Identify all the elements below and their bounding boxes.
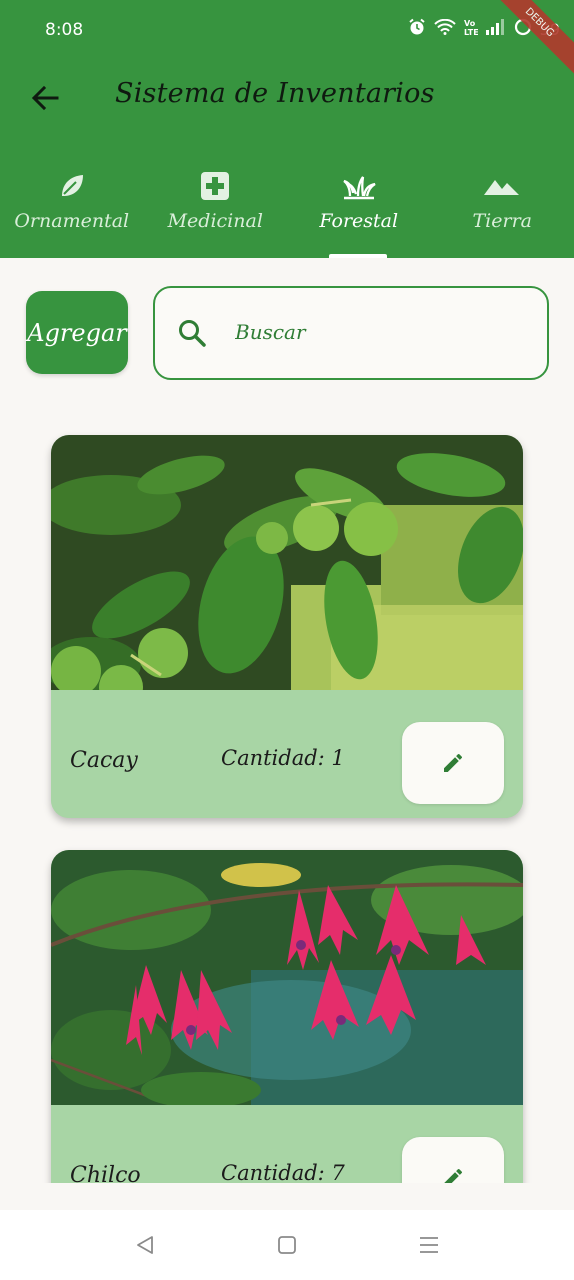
top-bar: Sistema de Inventarios (0, 64, 574, 134)
plant-photo (51, 850, 523, 1108)
add-button[interactable]: Agregar (26, 291, 128, 374)
medical-cross-icon (200, 168, 230, 204)
svg-text:Vo: Vo (464, 19, 476, 28)
system-menu-button[interactable] (414, 1230, 444, 1260)
tab-forestal[interactable]: Forestal (287, 160, 431, 258)
mountain-icon (484, 168, 520, 204)
search-input[interactable] (235, 312, 525, 352)
wifi-icon (433, 18, 456, 39)
edit-button[interactable] (402, 1137, 504, 1183)
tab-label: Forestal (319, 210, 399, 232)
system-back-button[interactable] (130, 1230, 160, 1260)
tab-medicinal[interactable]: Medicinal (144, 160, 288, 258)
tab-label: Ornamental (14, 210, 130, 232)
tab-ornamental[interactable]: Ornamental (0, 160, 144, 258)
system-nav-bar (0, 1210, 574, 1280)
system-home-button[interactable] (272, 1230, 302, 1260)
pencil-icon (444, 1168, 462, 1183)
search-icon (177, 318, 207, 352)
item-name: Cacay (70, 748, 138, 773)
app-header: 8:08 VoLTE 59 DEBUG Sistema de Inventa (0, 0, 574, 258)
square-home-icon (278, 1236, 296, 1254)
tab-label: Tierra (472, 210, 533, 232)
arrow-left-icon (31, 85, 59, 111)
tab-label: Medicinal (167, 210, 263, 232)
status-bar: 8:08 VoLTE 59 DEBUG (0, 0, 574, 84)
svg-text:LTE: LTE (464, 28, 478, 36)
plant-photo (51, 435, 523, 709)
tab-tierra[interactable]: Tierra (431, 160, 574, 258)
card-footer: Cacay Cantidad: 1 (51, 690, 523, 818)
triangle-back-icon (137, 1236, 153, 1254)
category-tabs: Ornamental Medicinal Forestal Tierra (0, 160, 574, 258)
inventory-list[interactable]: Cacay Cantidad: 1 Chilco Cantidad: 7 (0, 410, 574, 1183)
pencil-icon (444, 753, 462, 772)
inventory-card: Chilco Cantidad: 7 (51, 850, 523, 1183)
inventory-card: Cacay Cantidad: 1 (51, 435, 523, 818)
item-name: Chilco (70, 1163, 141, 1183)
card-footer: Chilco Cantidad: 7 (51, 1105, 523, 1183)
search-box[interactable] (153, 286, 549, 380)
active-tab-indicator (329, 254, 387, 258)
back-button[interactable] (28, 81, 62, 115)
menu-lines-icon (420, 1237, 438, 1253)
signal-icon (485, 19, 506, 39)
edit-button[interactable] (402, 722, 504, 804)
page-title: Sistema de Inventarios (115, 78, 435, 109)
leaf-icon (58, 168, 86, 204)
volte-icon: Vo LTE (464, 18, 479, 40)
item-quantity: Cantidad: 7 (221, 1161, 345, 1183)
alarm-icon (408, 18, 426, 40)
status-time: 8:08 (45, 20, 84, 40)
item-quantity: Cantidad: 1 (221, 746, 345, 770)
grass-icon (342, 168, 376, 204)
